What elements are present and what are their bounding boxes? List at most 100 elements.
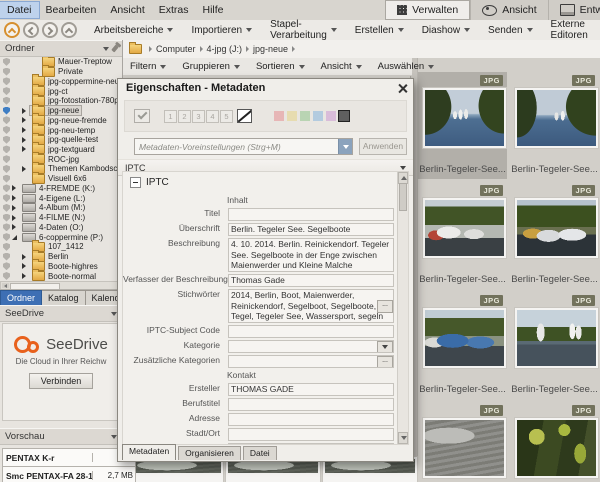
scrollbar-thumb[interactable]	[399, 183, 407, 211]
filter-ansicht[interactable]: Ansicht	[313, 61, 370, 72]
thumbnail-item[interactable]: JPG Berlin-Tegeler-See...	[510, 182, 599, 289]
rating-2-button[interactable]: 2	[178, 110, 191, 123]
folder-tree-item[interactable]: 4-FILME (N:)	[0, 213, 120, 223]
dropdown-button-icon[interactable]	[377, 341, 393, 353]
nav-forward-icon[interactable]	[42, 22, 58, 38]
folder-tree-item[interactable]: Berlin	[0, 252, 120, 262]
expand-arrow-icon[interactable]	[22, 137, 30, 143]
folder-tree-item[interactable]: 4-FREMDE (K:)	[0, 184, 120, 194]
iptc-section-header[interactable]: IPTC	[123, 173, 397, 193]
rating-5-button[interactable]: 5	[220, 110, 233, 123]
filter-filtern[interactable]: Filtern	[122, 61, 174, 72]
expand-arrow-icon[interactable]	[12, 185, 20, 191]
zusaetzliche-kategorien-input[interactable]: ...	[228, 355, 394, 368]
thumbnail-item[interactable]: JPG Berlin-Tegeler-See...	[418, 72, 507, 179]
tag-checkbox[interactable]	[134, 109, 150, 123]
tab-ordner[interactable]: Ordner	[0, 290, 42, 306]
titel-input[interactable]	[228, 208, 394, 221]
thumbnail-item[interactable]: JPG Berlin-Tegeler-See...	[510, 292, 599, 399]
toolbar-externe-editoren[interactable]: Externe Editoren	[542, 19, 600, 41]
pin-icon[interactable]	[111, 45, 119, 53]
thumbnail-item[interactable]: JPG Berlin-Tegeler-See...	[418, 182, 507, 289]
folder-tree-item[interactable]: jpg-neue-fremde	[0, 115, 120, 125]
folder-tree-item[interactable]: Mauer-Treptow	[0, 57, 120, 67]
folder-tree-item[interactable]: jpg-ct	[0, 86, 120, 96]
breadcrumb-drive[interactable]: 4-jpg (J:)	[207, 44, 243, 54]
nav-parent-icon[interactable]	[61, 22, 77, 38]
clear-rating-icon[interactable]	[237, 109, 252, 123]
expand-arrow-icon[interactable]	[22, 254, 30, 260]
kategorie-input[interactable]	[228, 340, 394, 353]
thumbnail-item[interactable]: JPG Berlin-Tegeler-See...	[510, 72, 599, 179]
color-label-none[interactable]	[339, 111, 349, 121]
menu-bearbeiten[interactable]: Bearbeiten	[39, 2, 104, 18]
folder-tree-item[interactable]: Themen Kambodscha	[0, 164, 120, 174]
thumbnail-item[interactable]: JPG	[510, 402, 599, 482]
menu-datei[interactable]: Datei	[0, 2, 39, 18]
color-label-yellow[interactable]	[287, 111, 297, 121]
color-label-purple[interactable]	[326, 111, 336, 121]
thumbnail-item[interactable]: JPG Berlin-Tegeler-See...	[418, 292, 507, 399]
filter-gruppieren[interactable]: Gruppieren	[174, 61, 248, 72]
verfasser-input[interactable]: Thomas Gade	[228, 274, 394, 287]
folder-tree-item[interactable]: Boote-normal	[0, 271, 120, 281]
thumbnail-item[interactable]: JPG	[418, 402, 507, 482]
tab-organisieren[interactable]: Organisieren	[178, 446, 241, 460]
folder-tree-item[interactable]: jpg-textguard	[0, 145, 120, 155]
folder-tree-item[interactable]: jpg-neu-temp	[0, 125, 120, 135]
rating-3-button[interactable]: 3	[192, 110, 205, 123]
menu-extras[interactable]: Extras	[152, 2, 196, 18]
verbinden-button[interactable]: Verbinden	[29, 373, 94, 389]
folder-tree-item[interactable]: Private	[0, 67, 120, 77]
folder-tree-item[interactable]: 6-coppermine (P:)	[0, 232, 120, 242]
ersteller-input[interactable]: THOMAS GADE	[228, 383, 394, 396]
color-label-red[interactable]	[274, 111, 284, 121]
stichwoerter-input[interactable]: 2014, Berlin, Boot, Maienwerder, Reinick…	[228, 289, 394, 323]
mode-verwalten-button[interactable]: Verwalten	[385, 0, 470, 20]
menu-hilfe[interactable]: Hilfe	[196, 2, 231, 18]
scroll-down-icon[interactable]	[398, 432, 408, 444]
mode-ansicht-button[interactable]: Ansicht	[470, 0, 547, 20]
rating-1-button[interactable]: 1	[164, 110, 177, 123]
toolbar-importieren[interactable]: Importieren	[182, 25, 261, 36]
toolbar-senden[interactable]: Senden	[479, 25, 541, 36]
folder-tree-item[interactable]: 107_1412	[0, 242, 120, 252]
seedrive-panel-header[interactable]: SeeDrive	[0, 305, 122, 322]
expand-arrow-icon[interactable]	[22, 117, 30, 123]
rating-4-button[interactable]: 4	[206, 110, 219, 123]
toolbar-arbeitsbereiche[interactable]: Arbeitsbereiche	[85, 25, 182, 36]
expand-arrow-icon[interactable]	[12, 224, 20, 230]
vertical-scrollbar[interactable]	[397, 172, 408, 444]
subject-code-input[interactable]	[228, 325, 394, 338]
mode-entwickeln-button[interactable]: Entw	[548, 0, 600, 20]
toolbar-stapel-verarbeitung[interactable]: Stapel-Verarbeitung	[261, 19, 346, 41]
folder-tree-item[interactable]: jpg-coppermine-neu	[0, 76, 120, 86]
toolbar-diashow[interactable]: Diashow	[413, 25, 479, 36]
ellipsis-button[interactable]: ...	[377, 356, 393, 368]
chevron-down-icon[interactable]	[103, 47, 109, 51]
folder-tree-item[interactable]: 4-Album (M:)	[0, 203, 120, 213]
menu-ansicht[interactable]: Ansicht	[103, 2, 151, 18]
metadata-preset-dropdown[interactable]: Metadaten-Voreinstellungen (Strg+M)	[134, 138, 353, 155]
ellipsis-button[interactable]: ...	[377, 300, 393, 313]
filter-auswaehlen[interactable]: Auswählen	[370, 61, 442, 72]
folder-tree-item-selected[interactable]: jpg-neue	[0, 106, 120, 116]
expand-arrow-icon[interactable]	[22, 108, 30, 114]
anwenden-button[interactable]: Anwenden	[359, 138, 407, 155]
nav-up-icon[interactable]	[4, 22, 20, 38]
color-label-green[interactable]	[300, 111, 310, 121]
vorschau-panel-header[interactable]: Vorschau	[0, 428, 122, 445]
stadt-input[interactable]	[228, 428, 394, 441]
folder-tree-item[interactable]: jpg-quelle-test	[0, 135, 120, 145]
folder-tree-item[interactable]: Visuell 6x6	[0, 174, 120, 184]
breadcrumb-computer[interactable]: Computer	[156, 44, 196, 54]
nav-back-icon[interactable]	[23, 22, 39, 38]
scroll-left-icon[interactable]	[2, 283, 9, 288]
folder-tree-item[interactable]: Boote-highres	[0, 261, 120, 271]
expand-arrow-icon[interactable]	[22, 273, 30, 279]
color-label-blue[interactable]	[313, 111, 323, 121]
breadcrumb-folder[interactable]: jpg-neue	[253, 44, 288, 54]
toolbar-erstellen[interactable]: Erstellen	[346, 25, 413, 36]
beschreibung-input[interactable]: 4. 10. 2014. Berlin. Reinickendorf. Tege…	[228, 238, 394, 272]
expand-arrow-icon[interactable]	[12, 215, 20, 221]
